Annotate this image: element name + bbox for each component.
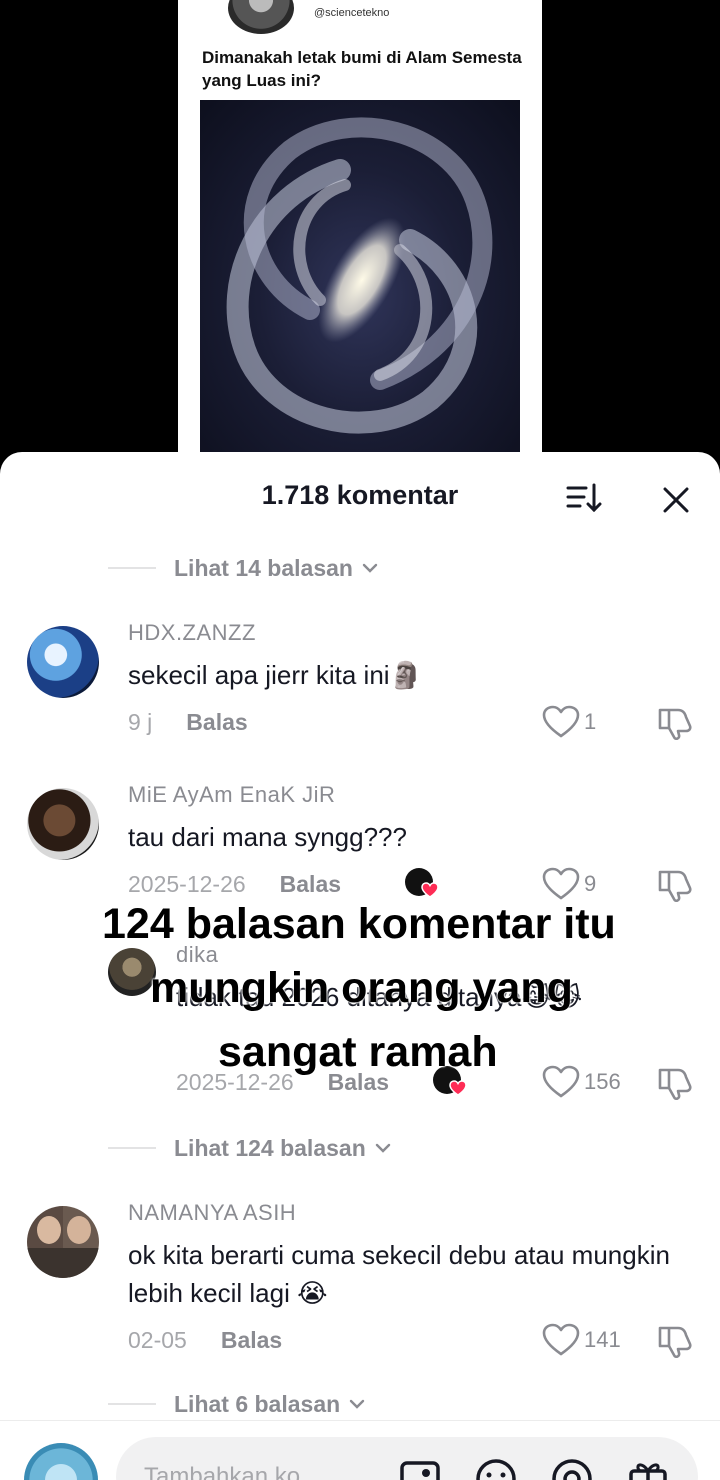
comment-meta: 02-05 Balas	[128, 1324, 282, 1356]
comment-text: tau dari mana syngg???	[128, 822, 407, 852]
reply-button[interactable]: Balas	[221, 1327, 282, 1354]
divider	[108, 1403, 156, 1405]
comment-username[interactable]: dika	[176, 942, 218, 968]
dislike-icon[interactable]	[656, 866, 694, 902]
post-author-avatar	[228, 0, 294, 34]
heart-icon	[542, 1323, 580, 1356]
avatar[interactable]	[27, 1206, 99, 1278]
close-icon[interactable]	[656, 480, 696, 520]
comment-time: 2025-12-26	[128, 870, 246, 897]
comment-time: 02-05	[128, 1326, 187, 1353]
avatar[interactable]	[108, 948, 156, 996]
video-player[interactable]: @sciencetekno Dimanakah letak bumi di Al…	[0, 0, 720, 470]
like-button[interactable]: 1	[542, 704, 596, 740]
comment-time: 2025-12-26	[176, 1068, 294, 1095]
reply-button[interactable]: Balas	[186, 709, 247, 736]
image-icon[interactable]	[398, 1457, 442, 1480]
like-button[interactable]: 141	[542, 1322, 621, 1358]
reply-button[interactable]: Balas	[280, 871, 341, 898]
view-replies-link[interactable]: Lihat 124 balasan	[108, 1131, 392, 1165]
post-image: @sciencetekno Dimanakah letak bumi di Al…	[178, 0, 542, 470]
emoji-icon[interactable]	[474, 1457, 518, 1480]
comment-sheet: 1.718 komentar Lihat 14 balasan HDX.ZANZ…	[0, 452, 720, 1480]
comment-username[interactable]: HDX.ZANZZ	[128, 620, 256, 646]
chevron-down-icon	[362, 563, 378, 573]
avatar[interactable]	[27, 626, 99, 698]
comment-meta: 2025-12-26 Balas	[128, 868, 341, 900]
comment-text: tidak tau 2026 ditanya ditanya😹😹	[176, 982, 583, 1012]
comment-count-title: 1.718 komentar	[261, 480, 459, 510]
like-count: 9	[584, 871, 597, 896]
chevron-down-icon	[349, 1399, 365, 1409]
like-button[interactable]: 156	[542, 1064, 621, 1100]
post-handle: @sciencetekno	[314, 7, 390, 19]
dislike-icon[interactable]	[656, 1322, 694, 1358]
view-replies-label: Lihat 124 balasan	[174, 1134, 366, 1161]
comment-text: sekecil apa jierr kita ini🗿	[128, 660, 422, 690]
comment-username[interactable]: NAMANYA ASIH	[128, 1200, 296, 1226]
comment-time: 9 j	[128, 708, 153, 735]
heart-icon	[542, 1065, 580, 1098]
comment-input-bar	[0, 1420, 720, 1480]
view-replies-link[interactable]: Lihat 14 balasan	[108, 551, 379, 585]
post-question: Dimanakah letak bumi di Alam Semesta yan…	[202, 48, 522, 90]
like-count: 1	[584, 709, 597, 734]
comment-meta: 9 j Balas	[128, 706, 248, 738]
gift-icon[interactable]	[626, 1457, 670, 1480]
creator-liked-icon	[405, 868, 439, 898]
heart-icon	[542, 705, 580, 738]
heart-icon	[542, 867, 580, 900]
comment-meta: 2025-12-26 Balas	[176, 1066, 389, 1098]
like-count: 141	[584, 1327, 621, 1352]
view-replies-label: Lihat 6 balasan	[174, 1390, 341, 1417]
like-count: 156	[584, 1069, 621, 1094]
avatar[interactable]	[27, 788, 99, 860]
chevron-down-icon	[375, 1143, 390, 1153]
divider	[108, 567, 156, 569]
dislike-icon[interactable]	[656, 704, 694, 740]
dislike-icon[interactable]	[656, 1064, 694, 1100]
galaxy-image	[200, 100, 520, 452]
reply-button[interactable]: Balas	[328, 1069, 389, 1096]
view-replies-label: Lihat 14 balasan	[174, 554, 353, 581]
creator-liked-icon	[433, 1066, 467, 1096]
comment-text: ok kita berarti cuma sekecil debu atau m…	[128, 1240, 670, 1308]
comment-username[interactable]: MiE AyAm EnaK JiR	[128, 782, 335, 808]
sort-icon[interactable]	[564, 480, 604, 516]
like-button[interactable]: 9	[542, 866, 596, 902]
mention-icon[interactable]	[550, 1457, 594, 1480]
view-replies-link[interactable]: Lihat 6 balasan	[108, 1387, 366, 1421]
current-user-avatar	[24, 1443, 98, 1480]
divider	[108, 1147, 156, 1149]
